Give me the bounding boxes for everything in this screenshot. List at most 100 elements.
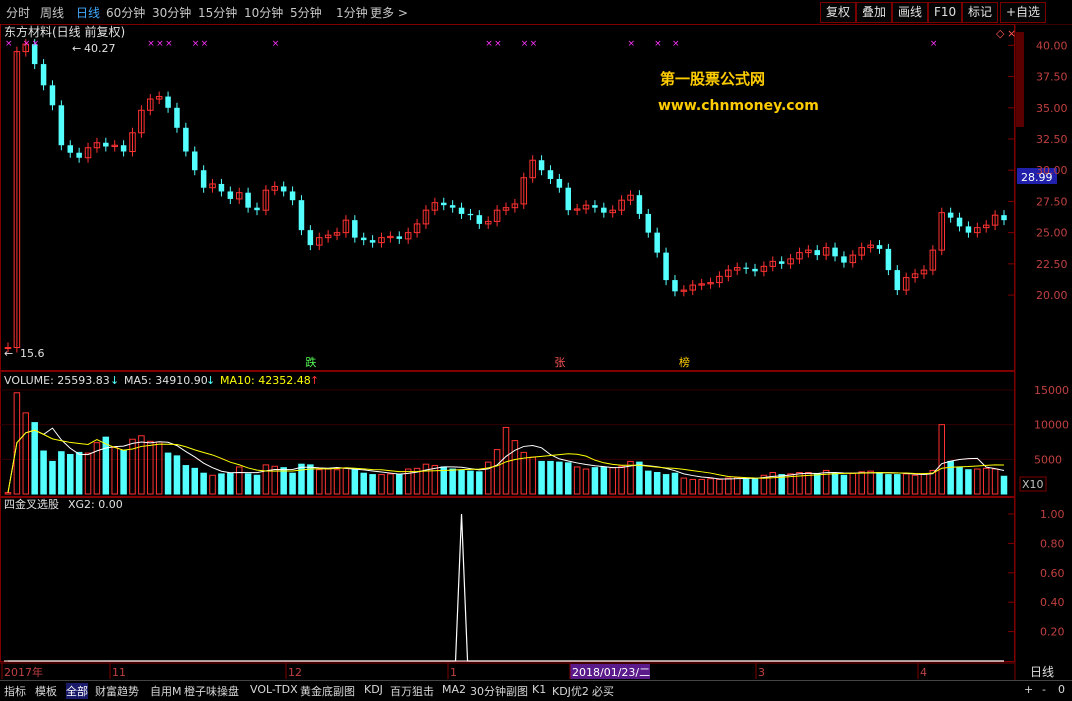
candle	[58, 100, 65, 151]
timeframe-tab[interactable]: 60分钟	[106, 4, 145, 21]
candle	[520, 172, 528, 209]
event-markers: 跌张榜	[305, 355, 689, 369]
indicator-tab[interactable]: 黄金底副图	[300, 683, 355, 699]
price-tick: 20.00	[1036, 289, 1068, 302]
candle	[752, 263, 758, 277]
ma10-up-arrow-icon: ↑	[310, 374, 319, 387]
close-panel-icon[interactable]: ×	[1007, 27, 1016, 40]
event-marker[interactable]: 张	[554, 356, 565, 369]
volume-bar	[493, 449, 501, 495]
selection-marker: ×	[147, 39, 155, 49]
timeframe-tab[interactable]: 5分钟	[290, 4, 322, 21]
price-tick: 40.00	[1036, 39, 1068, 52]
candle	[743, 262, 749, 274]
indicator-grid	[1008, 513, 1014, 633]
zoom-out-button[interactable]: -	[1042, 683, 1046, 696]
volume-bar	[155, 441, 163, 495]
x-axis-label: 12	[288, 666, 302, 679]
volume-bar	[751, 478, 759, 495]
reset-zoom-button[interactable]: 0	[1058, 683, 1065, 696]
candle	[147, 94, 154, 116]
volume-bar	[511, 440, 519, 495]
indicator-tab[interactable]: 财富趋势	[95, 683, 139, 699]
event-marker[interactable]: 跌	[305, 355, 316, 369]
candle	[725, 265, 732, 282]
diamond-icon[interactable]: ◇	[996, 27, 1005, 40]
indicator-tab[interactable]: K1	[532, 683, 546, 696]
volume-bar	[502, 426, 510, 495]
volume-bar	[244, 473, 252, 495]
candle	[858, 242, 865, 261]
volume-bar	[227, 472, 234, 495]
indicator-tick: 0.40	[1040, 596, 1065, 609]
indicator-tab[interactable]: 30分钟副图	[470, 683, 528, 699]
volume-bar	[484, 461, 492, 495]
candle	[636, 190, 643, 219]
toolbar-button[interactable]: 画线	[892, 2, 929, 23]
candle	[814, 245, 821, 261]
volume-bar	[716, 478, 723, 495]
timeframe-tab[interactable]: 30分钟	[152, 4, 191, 21]
volume-bar	[858, 471, 865, 495]
volume-bar	[378, 474, 385, 495]
candle	[138, 105, 145, 138]
indicator-tab[interactable]: 自用M	[150, 683, 182, 699]
watermark-url: www.chnmoney.com	[658, 98, 819, 114]
volume-bar	[920, 473, 928, 495]
candle	[511, 198, 519, 213]
indicator-tab[interactable]: VOL-TDX	[250, 683, 298, 696]
period-label: 日线	[1030, 665, 1054, 679]
indicator-tab[interactable]: 全部	[66, 683, 88, 699]
volume-bar	[120, 449, 127, 495]
volume-bar	[476, 471, 483, 495]
volume-bar	[529, 456, 536, 495]
candle	[209, 178, 216, 193]
toolbar-button[interactable]: 复权	[820, 2, 857, 23]
indicator-tab[interactable]: 百万狙击	[390, 683, 434, 699]
timeframe-tab[interactable]: 分时	[6, 4, 30, 21]
indicator-tab[interactable]: 橙子味操盘	[184, 683, 239, 699]
candle	[733, 262, 741, 276]
timeframe-tab[interactable]: 1分钟	[336, 4, 368, 21]
candle	[396, 231, 403, 244]
timeframe-tab[interactable]: 日线	[76, 4, 100, 21]
ma5-label: MA5: 34910.90	[124, 374, 208, 387]
toolbar-button[interactable]: 标记	[962, 2, 999, 23]
candle	[867, 240, 874, 253]
volume-bar	[662, 474, 670, 495]
indicator-tab[interactable]: 指标	[4, 683, 26, 699]
indicator-tab[interactable]: MA2	[442, 683, 466, 696]
indicator-tab[interactable]: KDJ	[364, 683, 383, 696]
candle	[841, 251, 847, 268]
indicator-tab[interactable]: KDJ优2	[552, 683, 589, 699]
zoom-in-button[interactable]: +	[1024, 683, 1033, 696]
timeframe-tab[interactable]: 10分钟	[244, 4, 283, 21]
candle	[627, 190, 634, 206]
volume-bar	[707, 478, 714, 495]
candle	[342, 215, 350, 238]
scroll-track[interactable]	[1016, 32, 1024, 127]
selection-marker: ×	[930, 39, 938, 49]
candle	[280, 181, 287, 197]
selection-marker: ×	[272, 39, 280, 49]
toolbar-button[interactable]: 叠加	[856, 2, 893, 23]
toolbar-button[interactable]: +自选	[1000, 2, 1047, 23]
volume-bar	[102, 436, 110, 495]
watermark-name: 第一股票公式网	[660, 70, 765, 88]
volume-bar	[173, 455, 181, 495]
candle	[271, 181, 279, 196]
stock-chart[interactable]: 东方材料(日线 前复权) 40.27 ← ← 15.6 第一股票公式网 www.…	[0, 24, 1072, 680]
indicator-tab[interactable]: 模板	[35, 683, 57, 699]
timeframe-tab[interactable]: 15分钟	[198, 4, 237, 21]
volume-bar	[4, 492, 12, 495]
timeframe-tab[interactable]: 更多 >	[370, 4, 408, 21]
candle	[796, 247, 803, 264]
indicator-tab[interactable]: 必买	[592, 683, 614, 699]
volume-tick: 15000	[1034, 384, 1069, 397]
event-marker[interactable]: 榜	[679, 355, 690, 369]
candle	[254, 202, 260, 216]
candle	[476, 210, 483, 229]
toolbar-button[interactable]: F10	[928, 2, 963, 23]
timeframe-tab[interactable]: 周线	[40, 4, 64, 21]
volume-bar	[431, 465, 439, 495]
